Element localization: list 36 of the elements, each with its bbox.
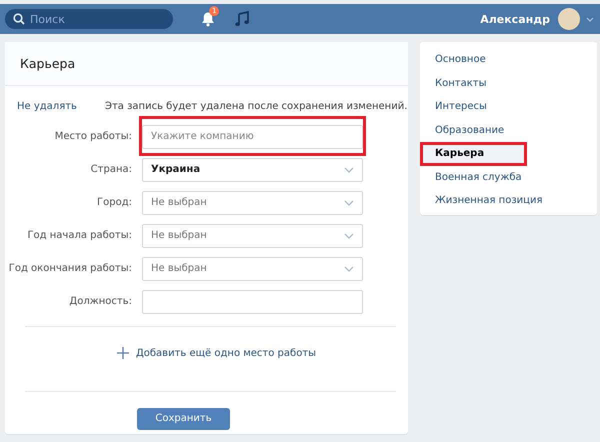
save-button[interactable]: Сохранить — [137, 408, 230, 430]
sidebar-item[interactable]: Военная служба — [420, 166, 597, 189]
notice-text: Эта запись будет удалена после сохранения изменений. — [105, 101, 408, 112]
field-label: Место работы: — [54, 130, 133, 142]
chevron-down-icon — [344, 200, 354, 206]
caret-icon[interactable] — [586, 16, 594, 22]
add-workplace-link[interactable]: Добавить ещё одно место работы — [5, 327, 408, 379]
field-label: Должность: — [68, 296, 133, 308]
plus-icon — [116, 347, 129, 359]
sidebar-item[interactable]: Образование — [420, 118, 597, 142]
sidebar-item[interactable]: Контакты — [420, 72, 597, 95]
bell-icon[interactable] — [201, 11, 215, 27]
text-field[interactable]: Укажите компанию — [142, 124, 363, 148]
search-icon — [13, 13, 25, 25]
dropdown[interactable]: Украина — [142, 158, 363, 182]
text-field[interactable] — [142, 290, 363, 314]
user-name[interactable]: Александр — [480, 12, 550, 26]
undo-link[interactable]: Не удалять — [17, 101, 105, 112]
chevron-down-icon — [344, 232, 354, 238]
search-field[interactable]: Поиск — [5, 9, 173, 29]
dropdown[interactable]: Не выбран — [142, 256, 363, 280]
sidebar-item[interactable]: Жизненная позиция — [420, 189, 597, 212]
chevron-down-icon — [344, 166, 354, 172]
chevron-down-icon — [344, 266, 354, 272]
music-note-icon[interactable] — [235, 11, 249, 27]
sidebar-item[interactable]: Карьера — [420, 142, 527, 166]
dropdown[interactable]: Не выбран — [142, 224, 363, 248]
sidebar-item[interactable]: Основное — [420, 48, 597, 72]
panel-title: Карьера — [5, 42, 408, 86]
field-label: Год начала работы: — [26, 230, 133, 241]
dropdown[interactable]: Не выбран — [142, 190, 363, 214]
field-label: Страна: — [90, 164, 133, 175]
field-label: Город: — [96, 197, 133, 208]
avatar[interactable] — [558, 8, 580, 30]
field-label: Год окончания работы: — [8, 263, 133, 274]
sidebar-item[interactable]: Интересы — [420, 95, 597, 118]
